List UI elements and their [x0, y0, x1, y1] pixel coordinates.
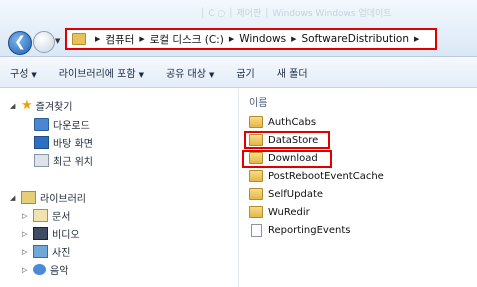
documents-icon — [33, 209, 48, 222]
folder-icon — [249, 206, 263, 218]
address-bar-area: │ C ○ │ 제어판 │ Windows Windows 업데이트 ❮ ▼ ▶… — [0, 0, 477, 57]
command-toolbar: 구성 ▼ 라이브러리에 포함 ▼ 공유 대상 ▼ 굽기 새 폴더 — [0, 57, 477, 88]
file-name: PostRebootEventCache — [268, 170, 384, 182]
star-icon: ★ — [21, 98, 33, 113]
breadcrumb-local-disk[interactable]: ▶ 로컬 디스크 (C:) — [134, 32, 223, 47]
nav-item-label: 비디오 — [52, 230, 80, 241]
recent-places-icon — [34, 154, 49, 167]
collapse-triangle-icon[interactable]: ◢ — [10, 102, 17, 110]
nav-item-label: 문서 — [52, 212, 71, 223]
list-item[interactable]: AuthCabs — [249, 116, 316, 128]
new-folder-button[interactable]: 새 폴더 — [277, 65, 308, 80]
library-icon — [21, 191, 36, 204]
chevron-right-icon[interactable]: ▶ — [291, 35, 296, 43]
breadcrumb-label[interactable]: 컴퓨터 — [105, 32, 134, 47]
nav-item-videos[interactable]: ▷ 비디오 — [22, 226, 80, 241]
expand-triangle-icon[interactable]: ▷ — [22, 266, 29, 274]
collapse-triangle-icon[interactable]: ◢ — [10, 194, 17, 202]
file-name: ReportingEvents — [268, 225, 351, 236]
nav-item-label: 음악 — [50, 266, 69, 277]
nav-favorites-label: 즐겨찾기 — [35, 102, 73, 113]
file-name: AuthCabs — [268, 116, 317, 128]
expand-triangle-icon[interactable]: ▷ — [22, 212, 29, 220]
nav-item-downloads[interactable]: 다운로드 — [34, 117, 90, 132]
burn-label: 굽기 — [236, 68, 255, 80]
forward-button[interactable] — [33, 31, 55, 53]
include-in-library-label: 라이브러리에 포함 — [58, 68, 136, 80]
nav-item-label: 다운로드 — [53, 121, 90, 132]
folder-icon — [72, 33, 86, 45]
ghost-background-text: │ C ○ │ 제어판 │ Windows Windows 업데이트 — [200, 9, 392, 18]
file-name: WuRedir — [268, 206, 310, 218]
nav-item-label: 바탕 화면 — [53, 139, 93, 150]
chevron-right-icon[interactable]: ▶ — [229, 35, 234, 43]
chevron-right-icon[interactable]: ▶ — [95, 35, 100, 43]
downloads-folder-icon — [34, 118, 49, 131]
organize-button[interactable]: 구성 ▼ — [10, 65, 37, 80]
list-item[interactable]: ReportingEvents — [249, 224, 350, 237]
chevron-down-icon: ▼ — [208, 70, 215, 79]
folder-icon — [249, 116, 263, 128]
share-with-label: 공유 대상 — [165, 68, 206, 80]
expand-triangle-icon[interactable]: ▷ — [22, 248, 29, 256]
breadcrumb-softwaredistribution[interactable]: ▶ SoftwareDistribution ▶ — [286, 33, 424, 45]
column-header-name[interactable]: 이름 — [249, 94, 267, 109]
burn-button[interactable]: 굽기 — [236, 65, 254, 80]
nav-item-label: 사진 — [52, 248, 71, 259]
new-folder-label: 새 폴더 — [276, 68, 308, 80]
nav-item-recent-places[interactable]: 최근 위치 — [34, 153, 93, 168]
desktop-icon — [34, 136, 49, 149]
recent-pages-dropdown-icon[interactable]: ▼ — [55, 37, 60, 45]
file-name: SelfUpdate — [268, 188, 324, 200]
nav-item-music[interactable]: ▷ 음악 — [22, 262, 68, 277]
back-button[interactable]: ❮ — [8, 31, 32, 55]
highlight-box-datastore — [244, 131, 330, 149]
videos-icon — [33, 227, 48, 240]
expand-triangle-icon[interactable]: ▷ — [22, 230, 29, 238]
address-breadcrumb[interactable]: ▶ 컴퓨터 ▶ 로컬 디스크 (C:) ▶ Windows ▶ Software… — [65, 28, 437, 50]
nav-item-pictures[interactable]: ▷ 사진 — [22, 244, 70, 259]
nav-libraries-label: 라이브러리 — [40, 194, 86, 205]
nav-item-label: 최근 위치 — [53, 157, 93, 168]
breadcrumb-label[interactable]: Windows — [239, 33, 286, 45]
navigation-pane: ◢ ★ 즐겨찾기 다운로드 바탕 화면 최근 위치 ◢ 라이브러리 ▷ 문서 ▷… — [0, 89, 238, 287]
pictures-icon — [33, 245, 48, 258]
share-with-button[interactable]: 공유 대상 ▼ — [166, 65, 214, 80]
list-item[interactable]: PostRebootEventCache — [249, 170, 384, 182]
breadcrumb-computer[interactable]: ▶ 컴퓨터 — [90, 32, 134, 47]
breadcrumb-label[interactable]: 로컬 디스크 (C:) — [150, 32, 224, 47]
breadcrumb-label[interactable]: SoftwareDistribution — [301, 33, 409, 45]
breadcrumb-windows[interactable]: ▶ Windows — [224, 33, 286, 45]
folder-icon — [249, 188, 263, 200]
chevron-down-icon: ▼ — [138, 70, 144, 79]
chevron-right-icon[interactable]: ▶ — [414, 35, 419, 43]
folder-icon — [249, 170, 263, 182]
chevron-down-icon: ▼ — [31, 70, 37, 79]
file-icon — [251, 224, 262, 237]
nav-libraries[interactable]: ◢ 라이브러리 — [10, 190, 86, 205]
nav-item-desktop[interactable]: 바탕 화면 — [34, 135, 93, 150]
music-icon — [33, 264, 46, 275]
file-list-pane: 이름 AuthCabs DataStore Download PostReboo… — [239, 89, 477, 287]
nav-item-documents[interactable]: ▷ 문서 — [22, 208, 70, 223]
highlight-box-download — [242, 150, 332, 168]
list-item[interactable]: WuRedir — [249, 206, 310, 218]
nav-favorites[interactable]: ◢ ★ 즐겨찾기 — [10, 98, 72, 113]
list-item[interactable]: SelfUpdate — [249, 188, 323, 200]
chevron-right-icon[interactable]: ▶ — [139, 35, 144, 43]
organize-label: 구성 — [10, 68, 29, 80]
include-in-library-button[interactable]: 라이브러리에 포함 ▼ — [59, 65, 144, 80]
